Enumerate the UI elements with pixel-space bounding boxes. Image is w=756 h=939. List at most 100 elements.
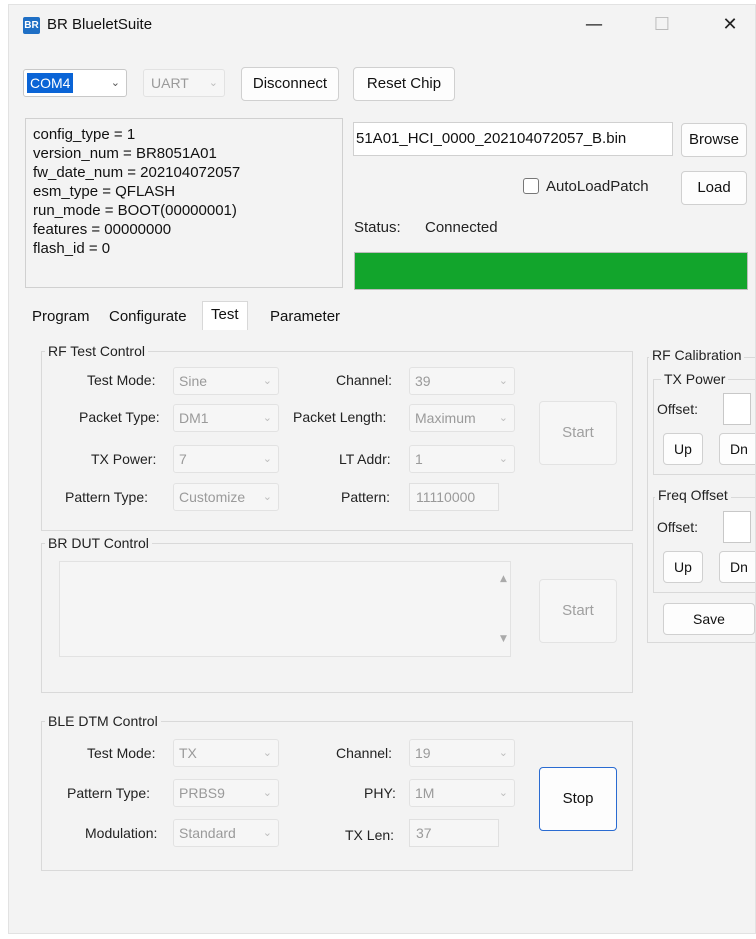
rf-pattern-type-select[interactable]: Customize ⌄ [173, 483, 279, 511]
chip-info-box: config_type = 1 version_num = BR8051A01 … [25, 118, 343, 288]
ble-modulation-select[interactable]: Standard ⌄ [173, 819, 279, 847]
app-window: BR BR BlueletSuite — ☐ ✕ COM4 ⌄ UART ⌄ D… [8, 4, 756, 934]
chevron-down-icon: ⌄ [262, 747, 272, 759]
autoload-patch-checkbox[interactable] [523, 178, 539, 194]
rf-test-mode-value: Sine [179, 373, 208, 389]
freq-offset-input[interactable] [723, 511, 751, 543]
freq-offset-dn-button[interactable]: Dn [719, 551, 755, 583]
ble-stop-button[interactable]: Stop [539, 767, 617, 831]
rf-pattern-input[interactable]: 11110000 [409, 483, 499, 511]
rf-lt-addr-value: 1 [415, 451, 423, 467]
br-dut-control-title: BR DUT Control [45, 535, 152, 551]
rf-packet-type-value: DM1 [179, 410, 209, 426]
tx-power-dn-button[interactable]: Dn [719, 433, 755, 465]
rf-test-control-title: RF Test Control [45, 343, 148, 359]
ble-phy-select[interactable]: 1M ⌄ [409, 779, 515, 807]
rf-channel-value: 39 [415, 373, 431, 389]
ble-dtm-control-title: BLE DTM Control [45, 713, 161, 729]
tab-program[interactable]: Program [32, 305, 90, 329]
rf-pattern-type-value: Customize [179, 489, 246, 505]
maximize-button[interactable]: ☐ [637, 9, 687, 41]
rf-pattern-type-label: Pattern Type: [65, 489, 149, 505]
rf-packet-length-value: Maximum [415, 410, 476, 426]
tab-configurate[interactable]: Configurate [109, 305, 187, 329]
ble-modulation-value: Standard [179, 825, 236, 841]
status-value: Connected [425, 219, 498, 236]
freq-offset-label: Offset: [657, 519, 698, 535]
rf-test-mode-select[interactable]: Sine ⌄ [173, 367, 279, 395]
rf-packet-length-label: Packet Length: [293, 409, 387, 425]
scroll-up-icon[interactable]: ▲ [500, 574, 507, 584]
status-progress-fill [355, 253, 747, 289]
minimize-button[interactable]: — [569, 9, 619, 41]
rf-tx-power-select[interactable]: 7 ⌄ [173, 445, 279, 473]
info-config-type: config_type = 1 [33, 126, 136, 143]
rf-pattern-label: Pattern: [341, 489, 391, 505]
freq-offset-title: Freq Offset [655, 487, 731, 503]
rf-start-button[interactable]: Start [539, 401, 617, 465]
info-features: features = 00000000 [33, 221, 172, 238]
chevron-down-icon: ⌄ [208, 77, 218, 89]
ble-pattern-type-select[interactable]: PRBS9 ⌄ [173, 779, 279, 807]
window-title: BR BlueletSuite [47, 16, 153, 33]
tx-power-up-button[interactable]: Up [663, 433, 703, 465]
ble-tx-len-label: TX Len: [345, 827, 395, 843]
tx-power-offset-input[interactable] [723, 393, 751, 425]
tab-test[interactable]: Test [202, 301, 248, 330]
chevron-down-icon: ⌄ [262, 787, 272, 799]
chevron-down-icon: ⌄ [262, 375, 272, 387]
ble-pattern-type-label: Pattern Type: [67, 785, 151, 801]
ble-channel-select[interactable]: 19 ⌄ [409, 739, 515, 767]
br-dut-textarea[interactable]: ▲ ▼ [59, 561, 511, 657]
interface-select-value: UART [151, 75, 189, 91]
rf-lt-addr-select[interactable]: 1 ⌄ [409, 445, 515, 473]
ble-channel-label: Channel: [336, 745, 393, 761]
disconnect-button[interactable]: Disconnect [241, 67, 339, 101]
rf-packet-type-select[interactable]: DM1 ⌄ [173, 404, 279, 432]
ble-channel-value: 19 [415, 745, 431, 761]
rf-tx-power-label: TX Power: [91, 451, 157, 467]
tab-parameter[interactable]: Parameter [270, 305, 340, 329]
chevron-down-icon: ⌄ [498, 375, 508, 387]
chevron-down-icon: ⌄ [498, 412, 508, 424]
ble-pattern-type-value: PRBS9 [179, 785, 225, 801]
chevron-down-icon: ⌄ [262, 827, 272, 839]
calibration-save-button[interactable]: Save [663, 603, 755, 635]
br-dut-start-button[interactable]: Start [539, 579, 617, 643]
ble-phy-label: PHY: [364, 785, 396, 801]
info-run-mode: run_mode = BOOT(00000001) [33, 202, 237, 219]
load-button[interactable]: Load [681, 171, 747, 205]
port-select-value: COM4 [27, 73, 74, 93]
rf-packet-type-label: Packet Type: [79, 409, 160, 425]
info-version-num: version_num = BR8051A01 [33, 145, 217, 162]
scroll-down-icon[interactable]: ▼ [500, 634, 507, 644]
info-fw-date-num: fw_date_num = 202104072057 [33, 164, 241, 181]
ble-test-mode-value: TX [179, 745, 197, 761]
port-select[interactable]: COM4 ⌄ [23, 69, 127, 97]
close-button[interactable]: ✕ [705, 9, 755, 41]
reset-chip-button[interactable]: Reset Chip [353, 67, 455, 101]
patch-path-input[interactable]: 51A01_HCI_0000_202104072057_B.bin [353, 122, 673, 156]
status-label: Status: [354, 219, 401, 236]
ble-tx-len-input[interactable]: 37 [409, 819, 499, 847]
chevron-down-icon: ⌄ [498, 747, 508, 759]
chevron-down-icon: ⌄ [262, 453, 272, 465]
freq-offset-up-button[interactable]: Up [663, 551, 703, 583]
rf-lt-addr-label: LT Addr: [339, 451, 391, 467]
ble-test-mode-select[interactable]: TX ⌄ [173, 739, 279, 767]
status-progress-bar [354, 252, 748, 290]
rf-tx-power-value: 7 [179, 451, 187, 467]
ble-test-mode-label: Test Mode: [87, 745, 156, 761]
interface-select[interactable]: UART ⌄ [143, 69, 225, 97]
rf-packet-length-select[interactable]: Maximum ⌄ [409, 404, 515, 432]
app-logo-icon: BR [23, 17, 40, 34]
chevron-down-icon: ⌄ [110, 77, 120, 89]
rf-calibration-title: RF Calibration [649, 347, 745, 363]
tx-power-offset-label: Offset: [657, 401, 698, 417]
rf-channel-select[interactable]: 39 ⌄ [409, 367, 515, 395]
ble-modulation-label: Modulation: [85, 825, 158, 841]
title-bar: BR BR BlueletSuite — ☐ ✕ [9, 5, 755, 45]
chevron-down-icon: ⌄ [262, 491, 272, 503]
info-esm-type: esm_type = QFLASH [33, 183, 176, 200]
browse-button[interactable]: Browse [681, 123, 747, 157]
